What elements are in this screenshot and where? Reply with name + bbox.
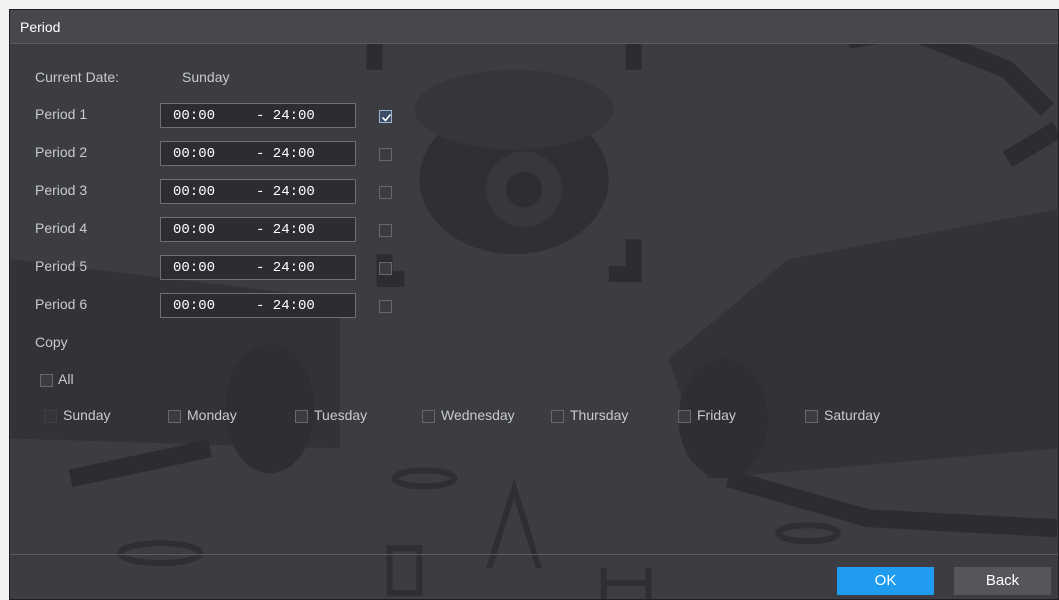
day-label: Friday [697, 407, 736, 423]
period-enable-checkbox[interactable] [379, 186, 392, 199]
day-checkbox[interactable] [168, 410, 181, 423]
day-checkbox[interactable] [805, 410, 818, 423]
copy-all-label: All [58, 371, 74, 387]
period-time-range[interactable]: 00:00 - 24:00 [160, 141, 356, 166]
period-start-time[interactable]: 00:00 [173, 222, 215, 238]
dialog-title: Period [20, 19, 61, 35]
period-start-time[interactable]: 00:00 [173, 184, 215, 200]
period-time-range[interactable]: 00:00 - 24:00 [160, 255, 356, 280]
period-enable-checkbox[interactable] [379, 224, 392, 237]
ok-button[interactable]: OK [837, 567, 934, 595]
copy-all-checkbox[interactable] [40, 374, 53, 387]
period-end-time[interactable]: - 24:00 [256, 146, 315, 162]
period-dialog: Period Current Date: Sunday Period 1 00:… [9, 9, 1059, 600]
back-button[interactable]: Back [954, 567, 1051, 595]
period-end-time[interactable]: - 24:00 [256, 184, 315, 200]
day-label: Thursday [570, 407, 629, 423]
day-label: Sunday [63, 407, 111, 423]
checkmark-icon [381, 113, 392, 122]
period-enable-checkbox[interactable] [379, 300, 392, 313]
day-checkbox[interactable] [551, 410, 564, 423]
period-start-time[interactable]: 00:00 [173, 146, 215, 162]
period-end-time[interactable]: - 24:00 [256, 108, 315, 124]
period-time-range[interactable]: 00:00 - 24:00 [160, 217, 356, 242]
period-end-time[interactable]: - 24:00 [256, 260, 315, 276]
period-time-range[interactable]: 00:00 - 24:00 [160, 293, 356, 318]
period-start-time[interactable]: 00:00 [173, 260, 215, 276]
day-label: Wednesday [441, 407, 515, 423]
copy-label: Copy [35, 334, 68, 350]
period-enable-checkbox[interactable] [379, 110, 392, 123]
period-end-time[interactable]: - 24:00 [256, 222, 315, 238]
day-checkbox[interactable] [422, 410, 435, 423]
period-enable-checkbox[interactable] [379, 148, 392, 161]
period-time-range[interactable]: 00:00 - 24:00 [160, 103, 356, 128]
period-time-range[interactable]: 00:00 - 24:00 [160, 179, 356, 204]
day-label: Tuesday [314, 407, 368, 423]
period-label: Period 4 [35, 220, 88, 236]
period-label: Period 3 [35, 182, 88, 198]
day-checkbox[interactable] [295, 410, 308, 423]
period-label: Period 6 [35, 296, 88, 312]
period-enable-checkbox[interactable] [379, 262, 392, 275]
period-label: Period 5 [35, 258, 88, 274]
period-end-time[interactable]: - 24:00 [256, 298, 315, 314]
day-checkbox [44, 410, 57, 423]
period-start-time[interactable]: 00:00 [173, 298, 215, 314]
current-date-label: Current Date: [35, 69, 120, 85]
dialog-titlebar: Period [10, 10, 1058, 44]
day-label: Saturday [824, 407, 881, 423]
period-label: Period 1 [35, 106, 88, 122]
day-checkbox[interactable] [678, 410, 691, 423]
period-label: Period 2 [35, 144, 88, 160]
current-date-value: Sunday [182, 69, 230, 85]
period-start-time[interactable]: 00:00 [173, 108, 215, 124]
day-label: Monday [187, 407, 237, 423]
footer-divider [10, 554, 1058, 555]
